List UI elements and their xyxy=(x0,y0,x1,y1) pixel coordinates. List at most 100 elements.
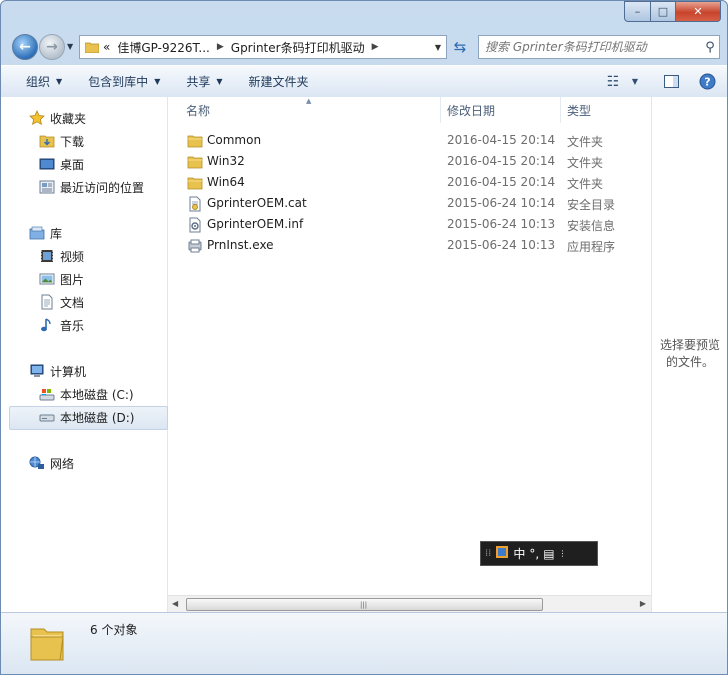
nav-downloads[interactable]: 下载 xyxy=(39,130,84,152)
file-name: Win32 xyxy=(207,154,245,168)
close-button[interactable]: ✕ xyxy=(676,1,721,22)
chevron-down-icon[interactable]: ▼ xyxy=(435,43,441,52)
nav-label: 计算机 xyxy=(50,364,87,379)
ime-menu-icon[interactable]: ⋮ xyxy=(559,549,567,558)
recent-pages-dropdown[interactable]: ▼ xyxy=(67,42,73,51)
document-icon xyxy=(39,294,55,310)
preview-message: 选择要预览 的文件。 xyxy=(656,337,724,371)
soft-keyboard-icon[interactable]: ▤ xyxy=(543,547,554,561)
folder-icon xyxy=(30,628,64,661)
preview-pane-icon[interactable] xyxy=(661,72,681,92)
file-row[interactable]: Win32 2016-04-15 20:14 文件夹 xyxy=(168,151,651,172)
search-box[interactable]: ⚲ xyxy=(478,35,720,59)
library-icon xyxy=(29,225,45,241)
ime-logo-icon[interactable] xyxy=(495,545,509,562)
hard-drive-icon xyxy=(39,409,55,425)
network-icon xyxy=(29,455,45,471)
nav-pictures[interactable]: 图片 xyxy=(39,268,84,290)
toolbar-right: ☷ ▼ ? xyxy=(593,72,717,92)
nav-network[interactable]: 网络 xyxy=(29,452,74,474)
file-row[interactable]: GprinterOEM.cat 2015-06-24 10:14 安全目录 xyxy=(168,193,651,214)
horizontal-scrollbar[interactable]: ◀ ||| ▶ xyxy=(168,595,651,613)
nav-drive-c[interactable]: 本地磁盘 (C:) xyxy=(39,383,134,405)
file-list: ▲ 名称 修改日期 类型 Common 2016-04-15 20:14 文件夹… xyxy=(168,97,651,595)
nav-music[interactable]: 音乐 xyxy=(39,314,84,336)
column-header-type[interactable]: 类型 xyxy=(567,97,647,123)
nav-label: 文档 xyxy=(60,295,85,310)
back-button[interactable]: ← xyxy=(12,34,38,60)
share-label: 共享 xyxy=(186,75,211,89)
folder-icon xyxy=(187,177,203,190)
file-name: GprinterOEM.inf xyxy=(207,217,304,231)
computer-icon xyxy=(29,363,45,379)
new-folder-button[interactable]: 新建文件夹 xyxy=(236,73,322,90)
organize-label: 组织 xyxy=(26,75,51,89)
scroll-right-icon[interactable]: ▶ xyxy=(640,599,646,608)
nav-label: 下载 xyxy=(60,134,85,149)
ime-punctuation[interactable]: °, xyxy=(529,547,539,561)
address-bar[interactable]: « 佳博GP-9226T... ▶ Gprinter条码打印机驱动 ▶ ▼ xyxy=(79,35,447,59)
folder-icon xyxy=(187,135,203,148)
system-drive-icon xyxy=(39,386,55,402)
chevron-right-icon[interactable]: ▶ xyxy=(372,42,379,52)
scroll-left-icon[interactable]: ◀ xyxy=(172,599,178,608)
file-type: 安装信息 xyxy=(567,219,616,233)
minimize-button[interactable]: – xyxy=(624,1,651,22)
file-date: 2015-06-24 10:13 xyxy=(447,217,556,231)
file-row[interactable]: Win64 2016-04-15 20:14 文件夹 xyxy=(168,172,651,193)
column-separator[interactable] xyxy=(560,97,561,123)
search-input[interactable] xyxy=(479,39,701,55)
nav-documents[interactable]: 文档 xyxy=(39,291,84,313)
breadcrumb-item[interactable]: 佳博GP-9226T... xyxy=(117,39,210,56)
nav-libraries[interactable]: 库 xyxy=(29,222,62,244)
view-options-icon[interactable]: ☷ xyxy=(603,72,623,92)
nav-label: 最近访问的位置 xyxy=(60,180,145,195)
nav-label: 本地磁盘 (D:) xyxy=(60,410,135,425)
file-name: Common xyxy=(207,133,262,147)
nav-label: 库 xyxy=(50,226,63,241)
nav-drive-d[interactable]: 本地磁盘 (D:) xyxy=(39,406,134,428)
video-icon xyxy=(39,248,55,264)
chevron-right-icon[interactable]: ▶ xyxy=(217,42,224,52)
folder-icon xyxy=(187,156,203,169)
share-button[interactable]: 共享 ▼ xyxy=(173,73,235,90)
maximize-button[interactable]: □ xyxy=(651,1,676,22)
nav-recent-places[interactable]: 最近访问的位置 xyxy=(39,176,144,198)
ime-toolbar[interactable]: ⁞⁞ 中 °, ▤ ⋮ xyxy=(480,541,598,566)
file-row[interactable]: PrnInst.exe 2015-06-24 10:13 应用程序 xyxy=(168,235,651,256)
application-icon xyxy=(188,239,202,253)
forward-button[interactable]: → xyxy=(39,34,65,60)
include-in-library-button[interactable]: 包含到库中 ▼ xyxy=(75,73,173,90)
item-count: 6 个对象 xyxy=(90,623,138,637)
scrollbar-thumb[interactable]: ||| xyxy=(186,598,543,611)
organize-button[interactable]: 组织 ▼ xyxy=(13,73,75,90)
ime-mode[interactable]: 中 xyxy=(513,545,525,562)
nav-label: 网络 xyxy=(50,456,75,471)
nav-favorites[interactable]: 收藏夹 xyxy=(29,107,86,129)
search-icon[interactable]: ⚲ xyxy=(701,40,719,55)
nav-computer[interactable]: 计算机 xyxy=(29,360,86,382)
nav-videos[interactable]: 视频 xyxy=(39,245,84,267)
file-type: 文件夹 xyxy=(567,177,604,191)
grip-icon: ||| xyxy=(360,601,368,609)
help-icon[interactable]: ? xyxy=(697,72,717,92)
desktop-icon xyxy=(39,156,55,172)
refresh-icon: ⇆ xyxy=(453,38,467,56)
chevron-down-icon[interactable]: ▼ xyxy=(625,72,645,92)
column-separator[interactable] xyxy=(440,97,441,123)
nav-label: 图片 xyxy=(60,272,85,287)
address-overflow[interactable]: « xyxy=(103,40,110,54)
nav-label: 视频 xyxy=(60,249,85,264)
nav-desktop[interactable]: 桌面 xyxy=(39,153,84,175)
drag-handle-icon[interactable]: ⁞⁞ xyxy=(485,548,491,559)
file-row[interactable]: GprinterOEM.inf 2015-06-24 10:13 安装信息 xyxy=(168,214,651,235)
breadcrumb-item[interactable]: Gprinter条码打印机驱动 xyxy=(231,39,365,56)
recent-places-icon xyxy=(39,179,55,195)
file-row[interactable]: Common 2016-04-15 20:14 文件夹 xyxy=(168,130,651,151)
chevron-down-icon: ▼ xyxy=(216,77,223,86)
refresh-button[interactable]: ⇆ xyxy=(448,35,472,59)
column-header-name[interactable]: 名称 xyxy=(186,97,441,123)
security-catalog-icon xyxy=(189,196,201,212)
column-header-date[interactable]: 修改日期 xyxy=(447,97,557,123)
nav-label: 本地磁盘 (C:) xyxy=(60,387,134,402)
